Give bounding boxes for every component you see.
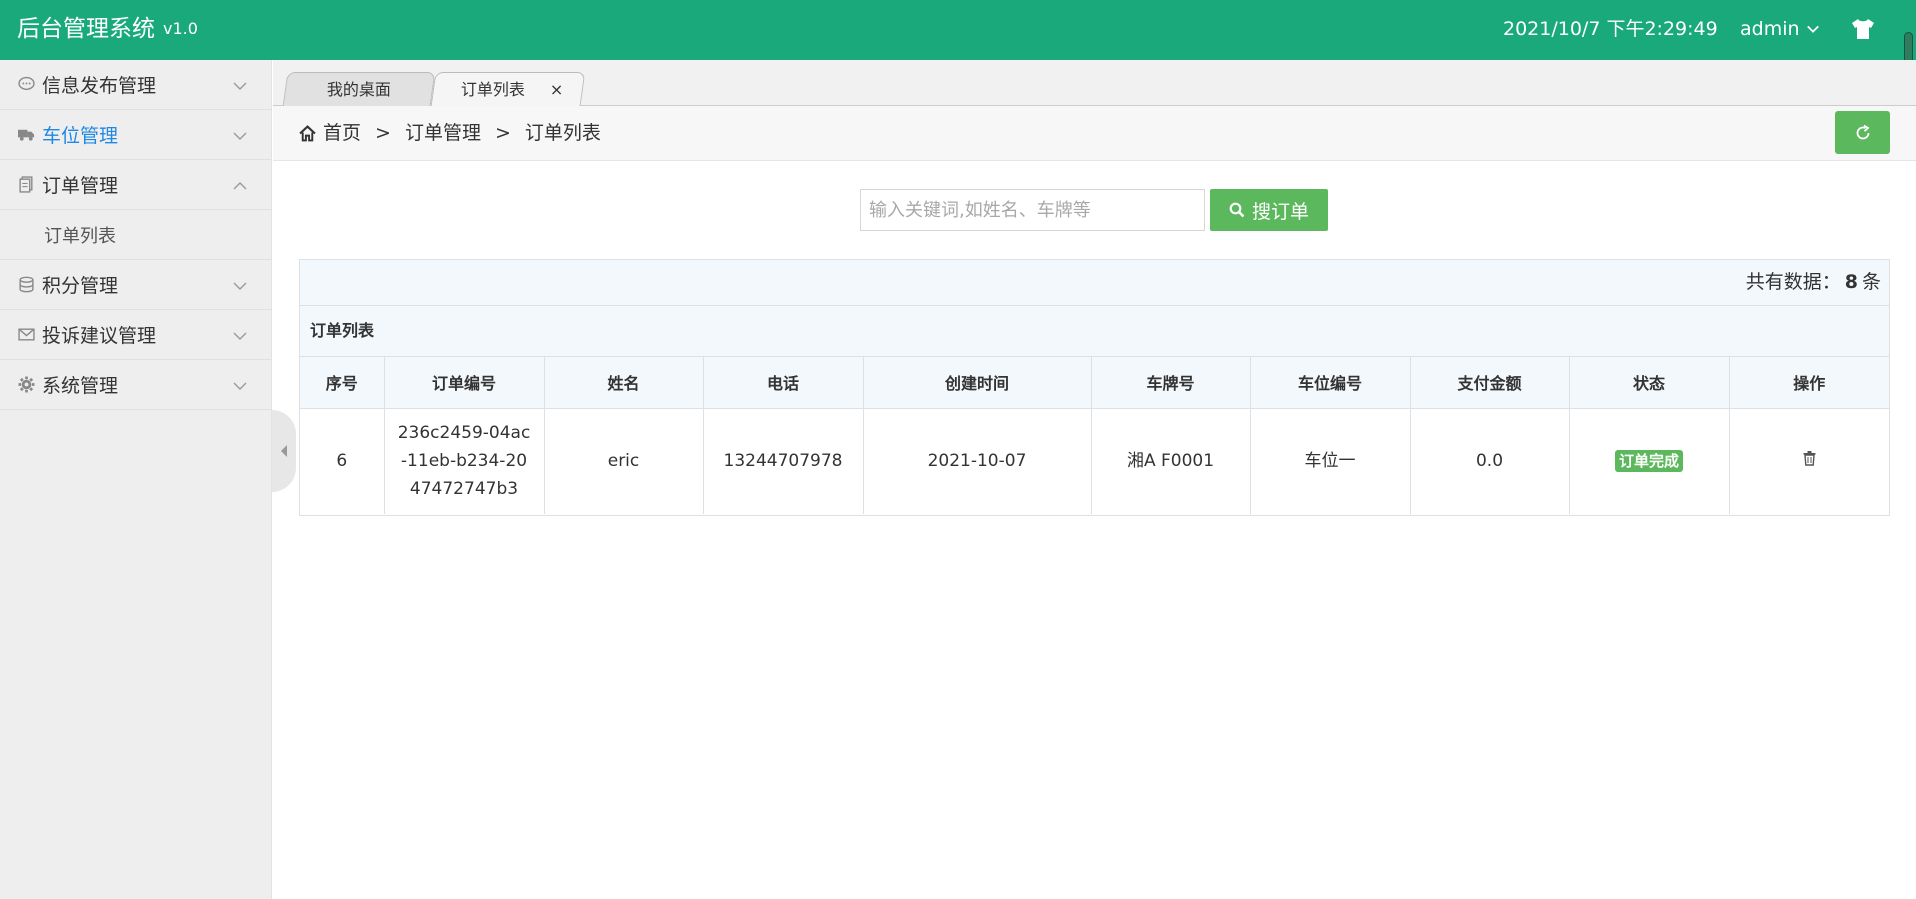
breadcrumb-separator: >	[375, 122, 391, 144]
tab-order-list[interactable]: 订单列表 ×	[430, 72, 586, 106]
tab-desktop[interactable]: 我的桌面	[282, 72, 436, 106]
sidebar-collapse-handle[interactable]	[272, 410, 296, 492]
breadcrumb-bar: 首页 > 订单管理 > 订单列表	[273, 106, 1916, 161]
breadcrumb-current: 订单列表	[524, 122, 601, 144]
sidebar-item-system[interactable]: 系统管理	[0, 360, 271, 410]
tab-close-icon[interactable]: ×	[550, 73, 563, 106]
sidebar-item-info-publish[interactable]: 信息发布管理	[0, 60, 271, 110]
chevron-down-icon	[233, 382, 247, 390]
file-icon	[19, 176, 33, 193]
cell-amount: 0.0	[1410, 408, 1570, 514]
top-header: 后台管理系统 v1.0 2021/10/7 下午2:29:49 admin	[0, 0, 1916, 60]
column-header-created: 创建时间	[863, 357, 1092, 409]
column-header-status: 状态	[1569, 357, 1730, 409]
sidebar-item-label: 系统管理	[42, 375, 119, 397]
sidebar-item-label: 车位管理	[42, 125, 119, 147]
cell-index: 6	[300, 408, 385, 514]
database-icon	[19, 276, 34, 293]
refresh-button[interactable]	[1835, 111, 1890, 154]
breadcrumb-order-management[interactable]: 订单管理	[405, 121, 481, 145]
tab-bar: 我的桌面 订单列表 ×	[273, 60, 1916, 106]
breadcrumb-separator: >	[494, 122, 511, 144]
sidebar-item-points[interactable]: 积分管理	[0, 260, 271, 310]
home-icon	[299, 124, 316, 141]
sidebar-item-complaints[interactable]: 投诉建议管理	[0, 310, 271, 360]
gear-icon	[18, 376, 35, 393]
envelope-icon	[18, 328, 35, 341]
user-menu[interactable]: admin	[1740, 17, 1820, 41]
column-header-phone: 电话	[703, 357, 864, 409]
sidebar-item-label: 积分管理	[42, 275, 119, 297]
column-header-action: 操作	[1729, 357, 1889, 409]
column-header-order-no: 订单编号	[384, 357, 545, 409]
status-badge: 订单完成	[1614, 450, 1683, 473]
order-table: 序号 订单编号 姓名 电话 创建时间 车牌号 车位编号 支付金额 状态 操作 6…	[300, 357, 1889, 514]
brand-title: 后台管理系统	[17, 16, 155, 42]
sidebar-item-label: 订单管理	[42, 175, 119, 197]
tab-label: 我的桌面	[326, 80, 391, 99]
total-count: 共有数据： 8 条	[1746, 270, 1881, 294]
chevron-down-icon	[233, 132, 247, 140]
cell-plate: 湘A F0001	[1091, 408, 1251, 514]
chevron-down-icon	[233, 332, 247, 340]
sidebar-item-label: 信息发布管理	[42, 75, 157, 97]
sidebar-item-parking[interactable]: 车位管理	[0, 110, 271, 160]
column-header-index: 序号	[300, 357, 385, 409]
caret-left-icon	[281, 445, 287, 457]
column-header-name: 姓名	[544, 357, 704, 409]
total-prefix: 共有数据：	[1745, 271, 1841, 293]
table-row: 6 236c2459-04ac-11eb-b234-2047472747b3 e…	[300, 408, 1889, 514]
sidebar: 信息发布管理 车位管理 订单管理 订单列表 积分管理 投诉建议管理 系统管理	[0, 60, 272, 899]
chevron-down-icon	[1806, 25, 1819, 33]
chevron-down-icon	[233, 282, 247, 290]
table-title: 订单列表	[300, 306, 1889, 357]
cell-phone: 13244707978	[703, 408, 864, 514]
breadcrumb: 首页 > 订单管理 > 订单列表	[299, 121, 601, 145]
truck-icon	[18, 129, 35, 141]
chevron-up-icon	[233, 182, 247, 190]
column-header-plate: 车牌号	[1091, 357, 1251, 409]
cell-status: 订单完成	[1569, 408, 1730, 514]
search-button[interactable]: 搜订单	[1210, 189, 1328, 231]
chevron-down-icon	[233, 82, 247, 90]
tshirt-icon[interactable]	[1851, 18, 1875, 40]
comment-icon	[18, 76, 35, 90]
sidebar-subitem-label: 订单列表	[44, 225, 116, 247]
cell-order-no: 236c2459-04ac-11eb-b234-2047472747b3	[384, 408, 545, 514]
cell-name: eric	[544, 408, 704, 514]
search-icon	[1229, 202, 1245, 218]
version-label: v1.0	[163, 19, 198, 38]
user-name: admin	[1740, 18, 1800, 40]
cell-created: 2021-10-07	[863, 408, 1092, 514]
cell-action	[1729, 408, 1889, 514]
search-input[interactable]	[860, 189, 1205, 231]
trash-icon[interactable]	[1802, 450, 1817, 466]
column-header-space: 车位编号	[1250, 357, 1411, 409]
sidebar-item-orders[interactable]: 订单管理	[0, 160, 271, 210]
search-button-label: 搜订单	[1251, 200, 1309, 223]
table-header-row: 序号 订单编号 姓名 电话 创建时间 车牌号 车位编号 支付金额 状态 操作	[300, 357, 1889, 409]
datetime-display: 2021/10/7 下午2:29:49	[1503, 18, 1718, 40]
column-header-amount: 支付金额	[1410, 357, 1570, 409]
total-number: 8	[1844, 271, 1858, 293]
total-suffix: 条	[1861, 271, 1881, 293]
order-table-panel: 共有数据： 8 条 订单列表 序号 订单编号 姓名 电话 创建时间 车牌号 车位编号…	[299, 259, 1890, 516]
breadcrumb-home[interactable]: 首页	[323, 121, 361, 145]
summary-bar: 共有数据： 8 条	[300, 260, 1889, 306]
cell-space: 车位一	[1250, 408, 1411, 514]
sidebar-item-label: 投诉建议管理	[42, 325, 157, 347]
refresh-icon	[1856, 124, 1869, 139]
sidebar-subitem-order-list[interactable]: 订单列表	[0, 210, 271, 260]
